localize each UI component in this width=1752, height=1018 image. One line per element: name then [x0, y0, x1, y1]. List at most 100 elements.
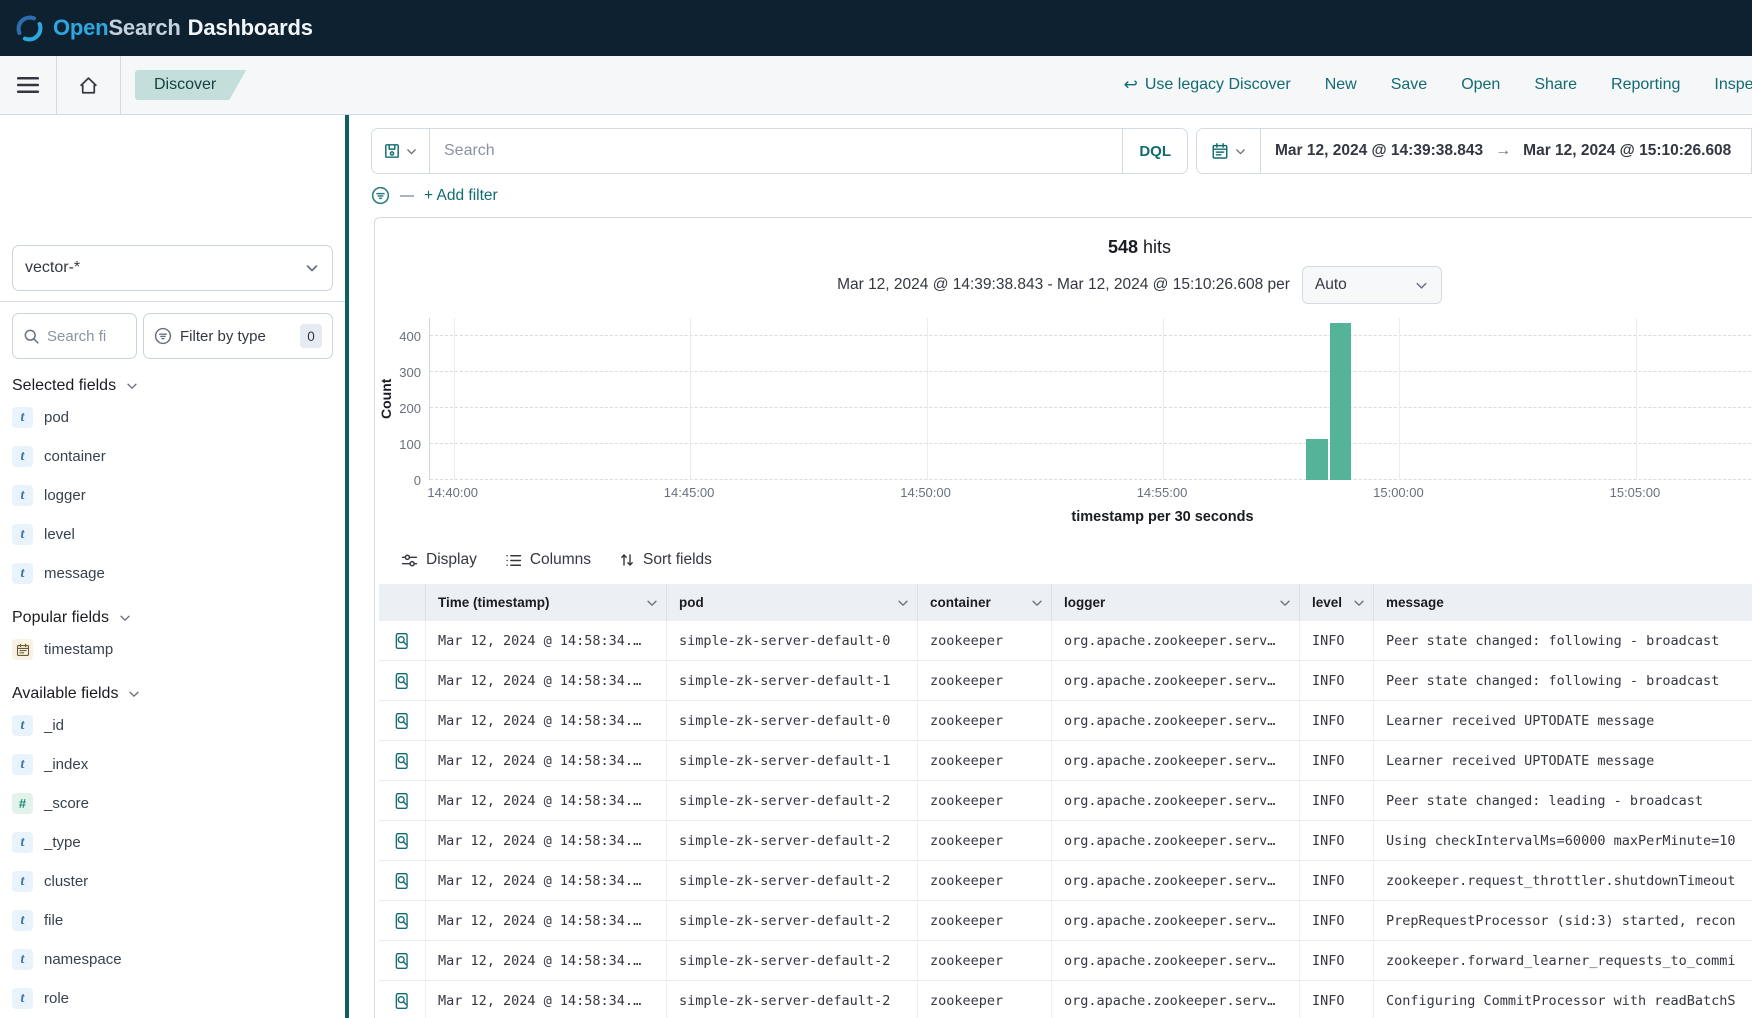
interval-select[interactable]: Auto — [1302, 266, 1442, 304]
saved-query-menu-button[interactable] — [372, 129, 430, 173]
x-tick-label: 14:55:00 — [1137, 485, 1188, 500]
histogram-bar-14:58:30[interactable] — [1330, 323, 1352, 480]
string-field-icon: t — [12, 871, 33, 892]
field-item-_type[interactable]: t_type — [12, 823, 333, 862]
field-search-box[interactable] — [12, 313, 137, 359]
table-tool-label: Sort fields — [643, 551, 712, 569]
nav-actions: ↩Use legacy Discover New Save Open Share Repo… — [1124, 75, 1736, 95]
y-gridline — [430, 443, 1752, 444]
expand-document-icon[interactable] — [379, 741, 425, 780]
cell-logger: org.apache.zookeeper.serv… — [1051, 741, 1299, 780]
expand-document-icon[interactable] — [379, 621, 425, 660]
expand-document-icon[interactable] — [379, 661, 425, 700]
expand-document-icon[interactable] — [379, 701, 425, 740]
nav-action-use-legacy-discover[interactable]: ↩Use legacy Discover — [1124, 75, 1291, 95]
y-gridline — [430, 407, 1752, 408]
table-tool-columns[interactable]: Columns — [505, 551, 591, 569]
search-input[interactable] — [430, 142, 1122, 160]
histogram-bar-14:58:00[interactable] — [1306, 439, 1328, 480]
cell-container: zookeeper — [917, 901, 1051, 940]
field-item-_score[interactable]: #_score — [12, 784, 333, 823]
filter-icon — [154, 327, 172, 345]
search-icon — [23, 328, 40, 345]
expand-document-icon[interactable] — [379, 901, 425, 940]
y-tick-label: 100 — [399, 437, 421, 452]
table-row: Mar 12, 2024 @ 14:58:34.…simple-zk-serve… — [379, 941, 1752, 981]
cell-logger: org.apache.zookeeper.serv… — [1051, 621, 1299, 660]
query-bar: DQL Mar 12, 2024 @ 14:39:38.843 → Mar 12… — [371, 128, 1752, 174]
search-box: DQL — [371, 128, 1188, 174]
field-item-pod[interactable]: tpod — [12, 398, 333, 437]
field-item-_id[interactable]: t_id — [12, 706, 333, 745]
table-tool-sort-fields[interactable]: Sort fields — [619, 551, 712, 569]
nav-action-new[interactable]: New — [1325, 76, 1357, 94]
nav-action-save[interactable]: Save — [1391, 76, 1427, 94]
field-item-role[interactable]: trole — [12, 979, 333, 1018]
field-section-header-available-fields[interactable]: Available fields — [12, 685, 333, 703]
cell-container: zookeeper — [917, 701, 1051, 740]
table-row: Mar 12, 2024 @ 14:58:34.…simple-zk-serve… — [379, 661, 1752, 701]
field-item-_index[interactable]: t_index — [12, 745, 333, 784]
expand-document-icon[interactable] — [379, 861, 425, 900]
date-start[interactable]: Mar 12, 2024 @ 14:39:38.843 — [1275, 142, 1483, 160]
field-item-namespace[interactable]: tnamespace — [12, 940, 333, 979]
breadcrumb-discover[interactable]: Discover — [135, 70, 246, 100]
cell-level: INFO — [1299, 621, 1373, 660]
field-name: timestamp — [44, 641, 113, 658]
quick-select-button[interactable] — [1197, 129, 1261, 173]
expand-document-icon[interactable] — [379, 941, 425, 980]
column-sort-chevron-icon[interactable] — [645, 596, 659, 610]
nav-action-inspect[interactable]: Inspect — [1714, 76, 1752, 94]
nav-action-open[interactable]: Open — [1461, 76, 1500, 94]
y-tick-label: 400 — [399, 329, 421, 344]
field-section-header-selected-fields[interactable]: Selected fields — [12, 377, 333, 395]
chart-plot-area[interactable] — [429, 318, 1752, 480]
field-item-cluster[interactable]: tcluster — [12, 862, 333, 901]
field-item-container[interactable]: tcontainer — [12, 437, 333, 476]
column-sort-chevron-icon[interactable] — [1278, 596, 1292, 610]
table-row: Mar 12, 2024 @ 14:58:34.…simple-zk-serve… — [379, 741, 1752, 781]
cell-time: Mar 12, 2024 @ 14:58:34.… — [425, 981, 666, 1018]
cell-pod: simple-zk-server-default-2 — [666, 821, 917, 860]
add-filter-button[interactable]: + Add filter — [424, 187, 498, 205]
menu-hamburger-icon[interactable] — [16, 73, 40, 97]
column-sort-chevron-icon[interactable] — [1352, 596, 1366, 610]
field-name: pod — [44, 409, 69, 426]
field-item-timestamp[interactable]: timestamp — [12, 630, 333, 669]
chevron-down-icon — [127, 687, 141, 701]
table-tool-display[interactable]: Display — [401, 551, 477, 569]
field-section-header-popular-fields[interactable]: Popular fields — [12, 609, 333, 627]
field-section-label: Available fields — [12, 685, 118, 703]
expand-document-icon[interactable] — [379, 981, 425, 1018]
field-item-logger[interactable]: tlogger — [12, 476, 333, 515]
nav-action-share[interactable]: Share — [1534, 76, 1577, 94]
expand-document-icon[interactable] — [379, 821, 425, 860]
field-item-file[interactable]: tfile — [12, 901, 333, 940]
chevron-down-icon — [1234, 145, 1247, 158]
hits-count: 548 — [1108, 237, 1138, 257]
home-icon[interactable] — [78, 75, 99, 96]
column-sort-chevron-icon[interactable] — [896, 596, 910, 610]
column-header-label: logger — [1064, 595, 1105, 610]
field-name: level — [44, 526, 75, 543]
date-end[interactable]: Mar 12, 2024 @ 15:10:26.608 — [1523, 142, 1731, 160]
cell-message: Learner received UPTODATE message — [1373, 741, 1752, 780]
field-item-message[interactable]: tmessage — [12, 554, 333, 593]
field-search-input[interactable] — [47, 328, 117, 345]
cell-container: zookeeper — [917, 781, 1051, 820]
cell-time: Mar 12, 2024 @ 14:58:34.… — [425, 901, 666, 940]
column-sort-chevron-icon[interactable] — [1030, 596, 1044, 610]
query-language-button[interactable]: DQL — [1122, 129, 1187, 173]
table-row: Mar 12, 2024 @ 14:58:34.…simple-zk-serve… — [379, 861, 1752, 901]
string-field-icon: t — [12, 910, 33, 931]
column-header-label: Time (timestamp) — [438, 595, 550, 610]
index-pattern-select[interactable]: vector-* — [12, 245, 333, 291]
filter-by-type-button[interactable]: Filter by type 0 — [143, 313, 333, 359]
nav-action-reporting[interactable]: Reporting — [1611, 76, 1680, 94]
top-brand-bar: OpenSearchDashboards — [0, 0, 1752, 56]
expand-document-icon[interactable] — [379, 781, 425, 820]
cell-pod: simple-zk-server-default-2 — [666, 941, 917, 980]
field-item-level[interactable]: tlevel — [12, 515, 333, 554]
brand-dashboards: Dashboards — [188, 15, 313, 40]
cell-pod: simple-zk-server-default-0 — [666, 701, 917, 740]
